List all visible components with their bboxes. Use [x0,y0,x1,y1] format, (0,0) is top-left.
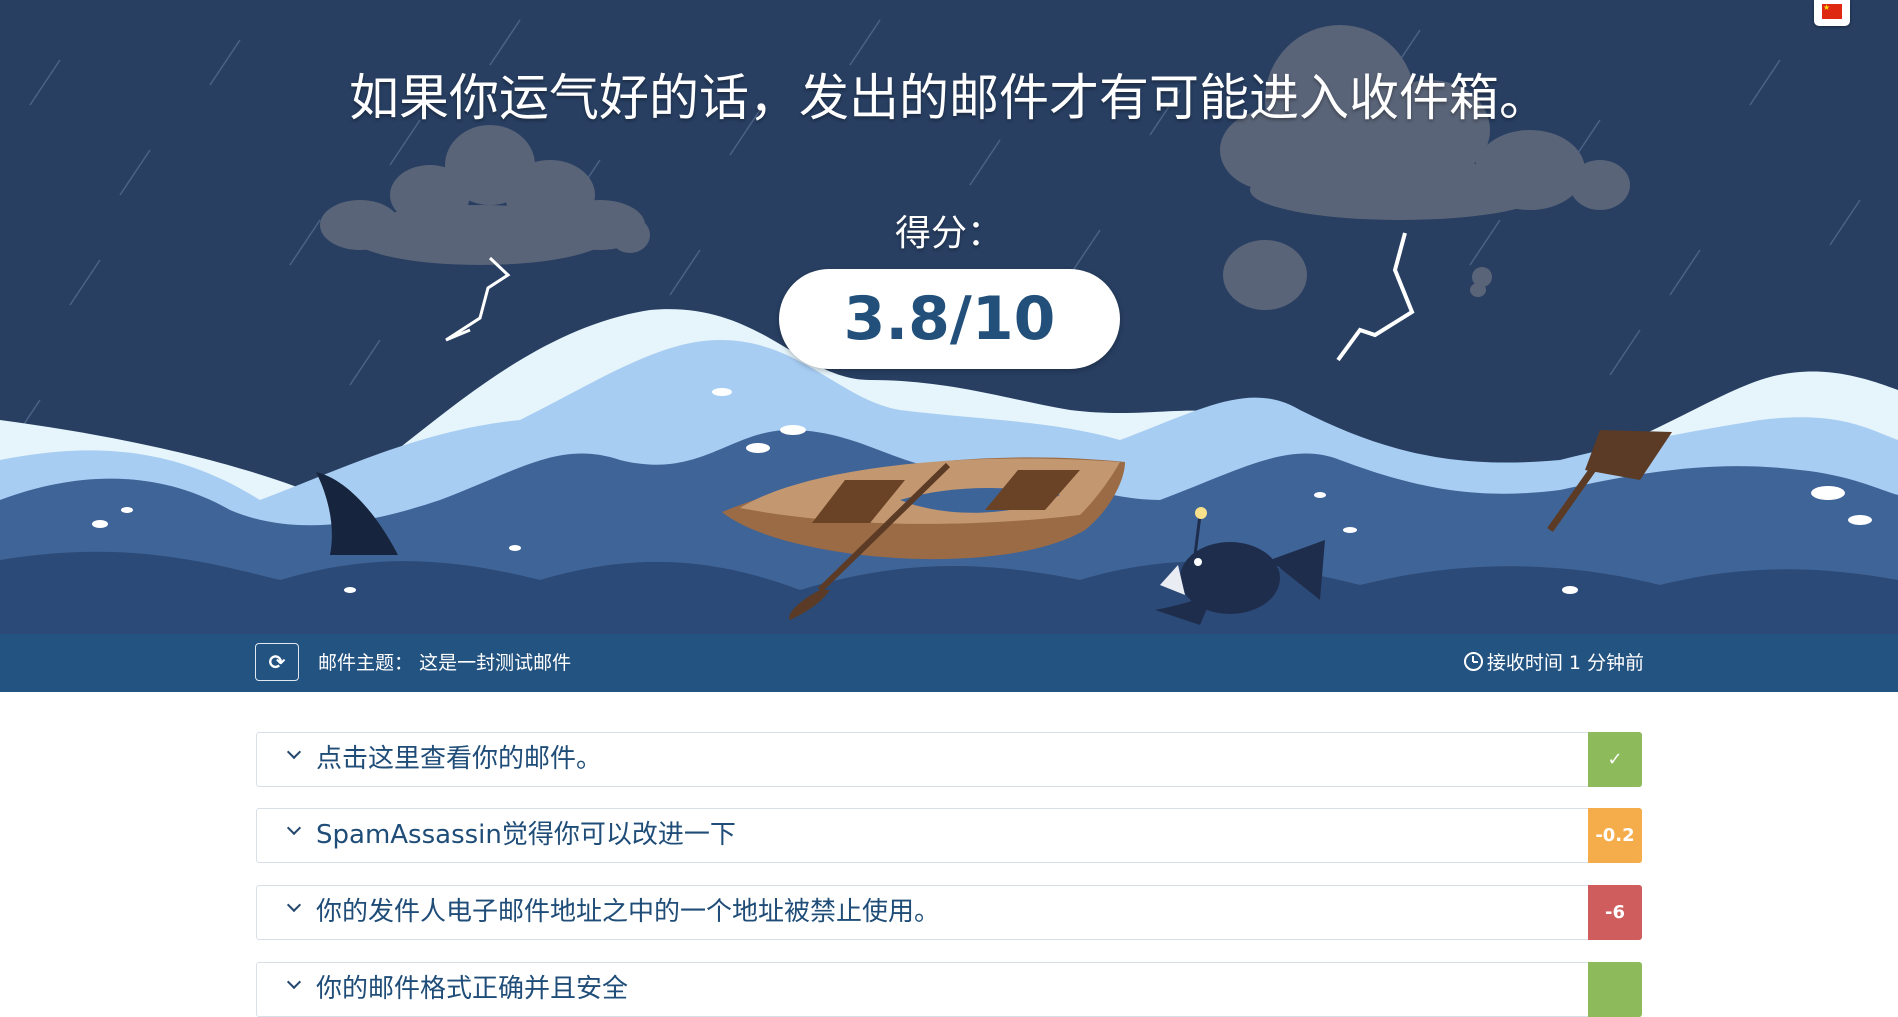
score-value: 3.8/10 [779,269,1120,369]
result-title: 你的发件人电子邮件地址之中的一个地址被禁止使用。 [316,897,941,927]
subject-value: 这是一封测试邮件 [419,652,572,674]
result-panel-spamassassin[interactable]: SpamAssassin觉得你可以改进一下 -0.2 [256,808,1642,863]
hero-title: 如果你运气好的话，发出的邮件才有可能进入收件箱。 [349,69,1549,127]
email-info-bar: ⟳ 邮件主题： 这是一封测试邮件 接收时间 1 分钟前 [0,634,1898,692]
cn-flag-icon: ★ [1822,4,1842,19]
lightning-left [445,256,511,342]
result-panel-blacklist[interactable]: 你的发件人电子邮件地址之中的一个地址被禁止使用。 -6 [256,885,1642,940]
result-panel-format[interactable]: 你的邮件格式正确并且安全 [256,962,1642,1017]
status-badge [1588,962,1642,1017]
hero-banner: 如果你运气好的话，发出的邮件才有可能进入收件箱。 得分： 3.8/10 [0,0,1898,634]
received-text: 接收时间 1 分钟前 [1486,652,1644,674]
status-badge: -0.2 [1588,808,1642,863]
received-time: 接收时间 1 分钟前 [1463,634,1644,692]
refresh-button[interactable]: ⟳ [255,643,299,681]
result-panel-view-email[interactable]: 点击这里查看你的邮件。 ✓ [256,732,1642,787]
status-badge: -6 [1588,885,1642,940]
chevron-down-icon [286,897,302,913]
refresh-icon: ⟳ [268,650,286,674]
clock-icon [1463,652,1483,671]
email-subject: 邮件主题： 这是一封测试邮件 [318,634,571,692]
chevron-down-icon [286,974,302,990]
result-title: 点击这里查看你的邮件。 [316,744,603,774]
chevron-down-icon [286,744,302,760]
score-label: 得分： [894,213,1003,254]
language-switcher[interactable]: ★ [1814,0,1850,26]
chevron-down-icon [286,820,302,836]
status-badge: ✓ [1588,732,1642,787]
subject-label: 邮件主题： [318,652,414,674]
result-title: SpamAssassin觉得你可以改进一下 [316,820,736,850]
result-title: 你的邮件格式正确并且安全 [316,974,629,1004]
